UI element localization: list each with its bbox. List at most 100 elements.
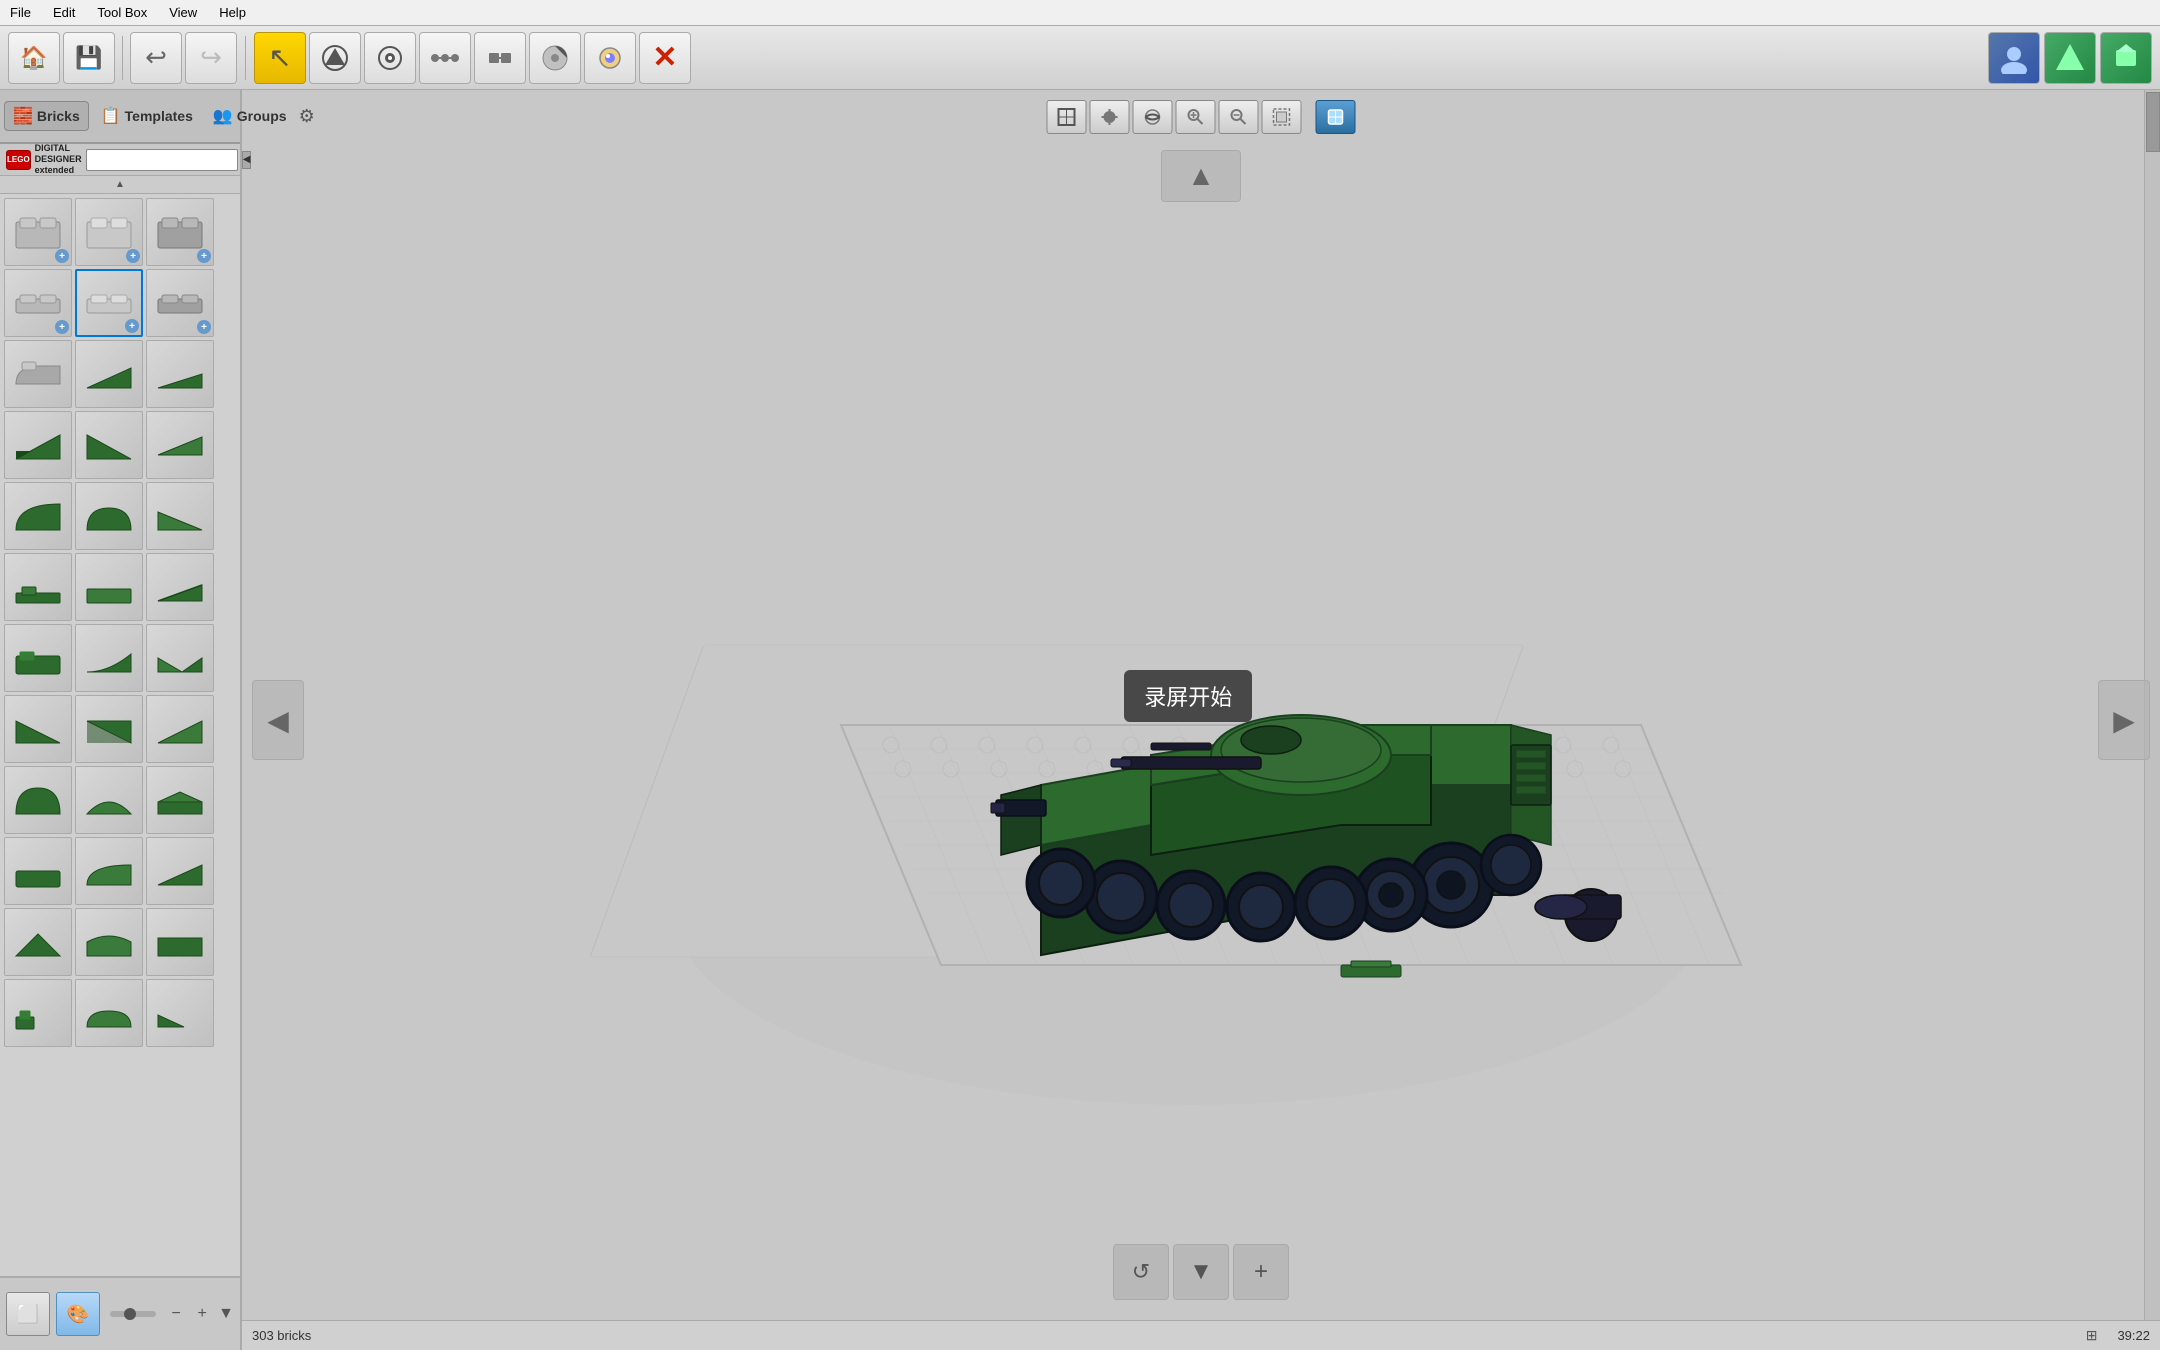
rotate-cam-button[interactable]: ↺ bbox=[1113, 1244, 1169, 1300]
brick-curved-green-1[interactable] bbox=[4, 482, 72, 550]
zoom-slider[interactable] bbox=[110, 1311, 156, 1317]
menu-file[interactable]: File bbox=[6, 3, 35, 22]
nav-up-arrow[interactable]: ▲ bbox=[1161, 150, 1241, 202]
brick-2x2-gray-light[interactable]: + bbox=[75, 198, 143, 266]
delete-tool-button[interactable]: ✕ bbox=[639, 32, 691, 84]
brick-slope-green-7[interactable] bbox=[146, 766, 214, 834]
brick-slope-green-2[interactable] bbox=[146, 411, 214, 479]
tb2-active-button[interactable] bbox=[1316, 100, 1356, 134]
add-brick-btn[interactable]: + bbox=[55, 249, 69, 263]
brick-slope-green-10[interactable] bbox=[146, 979, 214, 1047]
brick-slope-green[interactable] bbox=[75, 340, 143, 408]
brick-slope-green-8[interactable] bbox=[146, 837, 214, 905]
zoom-in-ctrl-button[interactable]: + bbox=[1233, 1244, 1289, 1300]
redo-button[interactable]: ↪ bbox=[185, 32, 237, 84]
scroll-thumb[interactable] bbox=[2146, 92, 2160, 152]
brick-curved-green-3[interactable] bbox=[75, 766, 143, 834]
save-button[interactable]: 💾 bbox=[63, 32, 115, 84]
brick-slope-green-6[interactable] bbox=[146, 695, 214, 763]
select-tool-button[interactable]: ↖ bbox=[254, 32, 306, 84]
brick-slope-green-9[interactable] bbox=[146, 908, 214, 976]
view-3d-button[interactable]: 🎨 bbox=[56, 1292, 100, 1336]
brick-2x2-gray-dark[interactable]: + bbox=[146, 198, 214, 266]
brick-plate-gray-dark[interactable]: + bbox=[146, 269, 214, 337]
brick-plate-green-1[interactable] bbox=[4, 553, 72, 621]
add-brick-btn[interactable]: + bbox=[126, 249, 140, 263]
tb2-ortho-button[interactable] bbox=[1047, 100, 1087, 134]
brick-plate-gray[interactable]: + bbox=[4, 269, 72, 337]
brick-2x2-gray[interactable]: + bbox=[4, 198, 72, 266]
zoom-out-btn[interactable]: − bbox=[166, 1305, 186, 1323]
model-viewport[interactable]: for rows and cols bbox=[242, 90, 2140, 1320]
brick-wedge-green-1[interactable] bbox=[4, 411, 72, 479]
brick-tile-green-1[interactable] bbox=[4, 624, 72, 692]
brick-arch-green-3[interactable] bbox=[75, 908, 143, 976]
connect-tool-button[interactable] bbox=[474, 32, 526, 84]
lego-logo: LEGO bbox=[6, 150, 31, 170]
home-button[interactable]: 🏠 bbox=[8, 32, 60, 84]
panel-collapse-button[interactable]: ◀ bbox=[242, 151, 252, 169]
tb2-orbit-button[interactable] bbox=[1133, 100, 1173, 134]
zoom-out-ctrl-button[interactable]: ▼ bbox=[1173, 1244, 1229, 1300]
brick-curved-green-4[interactable] bbox=[75, 837, 143, 905]
zoom-handle[interactable] bbox=[124, 1308, 136, 1320]
scroll-up-button[interactable]: ▲ bbox=[0, 176, 240, 194]
tab-bricks[interactable]: 🧱 Bricks bbox=[4, 101, 89, 131]
add-brick-btn[interactable]: + bbox=[55, 320, 69, 334]
bricks-tab-label: Bricks bbox=[37, 108, 80, 124]
paint-tool-button[interactable] bbox=[529, 32, 581, 84]
brick-curved-green-5[interactable] bbox=[75, 979, 143, 1047]
search-bar: LEGO DIGITAL DESIGNER extended ◀ bbox=[0, 144, 240, 176]
brick-plate-green-2[interactable] bbox=[75, 553, 143, 621]
menu-toolbox[interactable]: Tool Box bbox=[93, 3, 151, 22]
menu-edit[interactable]: Edit bbox=[49, 3, 79, 22]
menu-view[interactable]: View bbox=[165, 3, 201, 22]
brick-half-gray[interactable] bbox=[4, 340, 72, 408]
share-button[interactable] bbox=[2100, 32, 2152, 84]
brick-wedge-green-2[interactable] bbox=[75, 411, 143, 479]
brick-plate-gray-selected[interactable]: + bbox=[75, 269, 143, 337]
brick-wedge-green-3[interactable] bbox=[4, 695, 72, 763]
menu-bar: File Edit Tool Box View Help bbox=[0, 0, 2160, 26]
tb2-pan-button[interactable] bbox=[1090, 100, 1130, 134]
brick-slope-green-3[interactable] bbox=[146, 482, 214, 550]
profile-button[interactable] bbox=[1988, 32, 2040, 84]
tab-templates[interactable]: 📋 Templates bbox=[93, 102, 201, 130]
clone-tool-button[interactable] bbox=[309, 32, 361, 84]
hinge-tool-button[interactable] bbox=[364, 32, 416, 84]
tb2-fit-button[interactable] bbox=[1262, 100, 1302, 134]
brick-row-5 bbox=[4, 482, 236, 550]
nav-right-arrow[interactable]: ▶ bbox=[2098, 680, 2150, 760]
flex-tool-button[interactable] bbox=[419, 32, 471, 84]
toolbar-nav-group: 🏠 💾 ↩ ↪ bbox=[8, 32, 237, 84]
tab-groups[interactable]: 👥 Groups bbox=[205, 102, 295, 130]
zoom-in-btn[interactable]: + bbox=[192, 1305, 212, 1323]
view-2d-button[interactable]: ⬜ bbox=[6, 1292, 50, 1336]
brick-wedge-green-5[interactable] bbox=[4, 908, 72, 976]
brick-row-6 bbox=[4, 553, 236, 621]
add-brick-btn[interactable]: + bbox=[197, 320, 211, 334]
undo-button[interactable]: ↩ bbox=[130, 32, 182, 84]
tb2-zoom-out-button[interactable] bbox=[1219, 100, 1259, 134]
brick-plate-green-3[interactable] bbox=[4, 979, 72, 1047]
tb2-zoom-in-button[interactable] bbox=[1176, 100, 1216, 134]
brick-row-11 bbox=[4, 908, 236, 976]
menu-help[interactable]: Help bbox=[215, 3, 250, 22]
nav-left-arrow[interactable]: ◀ bbox=[252, 680, 304, 760]
add-brick-btn[interactable]: + bbox=[197, 249, 211, 263]
look-tool-button[interactable] bbox=[584, 32, 636, 84]
brick-wedge-green-4[interactable] bbox=[75, 695, 143, 763]
brick-grid: + + + + + + bbox=[0, 194, 240, 1276]
search-input[interactable] bbox=[86, 149, 238, 171]
brick-tile-green-2[interactable] bbox=[4, 837, 72, 905]
panel-options-icon[interactable]: ⚙ bbox=[299, 106, 315, 127]
arrow-down-icon: ▼ bbox=[218, 1305, 234, 1323]
brick-slope-green-5[interactable] bbox=[146, 624, 214, 692]
brick-arch-green-2[interactable] bbox=[4, 766, 72, 834]
brick-curved-green-2[interactable] bbox=[75, 624, 143, 692]
brick-slope-green-4[interactable] bbox=[146, 553, 214, 621]
add-brick-btn[interactable]: + bbox=[125, 319, 139, 333]
brick-arch-green-1[interactable] bbox=[75, 482, 143, 550]
community-button[interactable] bbox=[2044, 32, 2096, 84]
brick-slope-green-sm[interactable] bbox=[146, 340, 214, 408]
